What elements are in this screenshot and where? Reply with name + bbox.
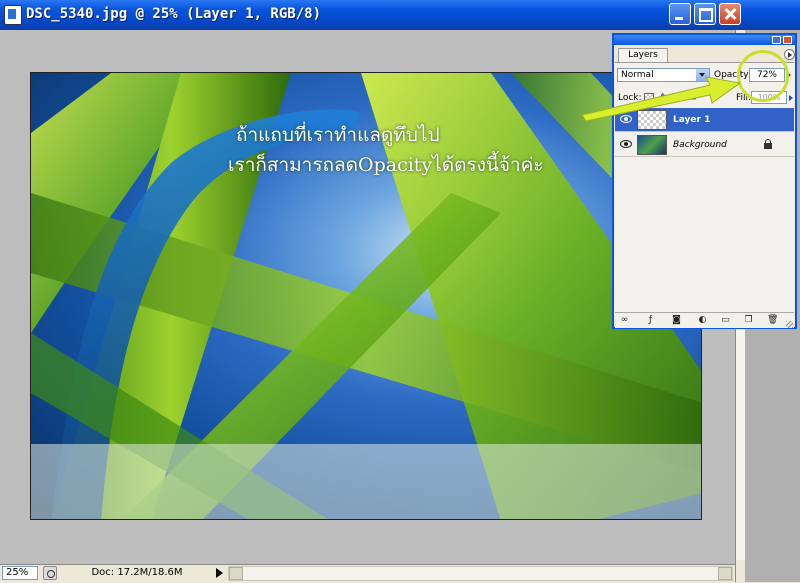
lock-icon	[764, 139, 772, 149]
zoom-level-field[interactable]: 25%	[2, 566, 38, 580]
window-resize-corner[interactable]	[736, 564, 745, 582]
adjustment-icon[interactable]: ◐	[697, 315, 708, 326]
fill-slider-arrow-icon[interactable]	[787, 93, 795, 103]
close-icon[interactable]	[719, 3, 741, 25]
maximize-icon[interactable]	[694, 3, 716, 25]
overlay-caption-line-1: ถ้าแถบที่เราทำแลดูทึบไป	[236, 124, 440, 146]
overlay-caption-line-2: เราก็สามารถลดOpacityได้ตรงนี้จ้าค่ะ	[228, 154, 544, 176]
layer-row-background[interactable]: Background	[615, 133, 794, 157]
palette-close-icon[interactable]	[783, 36, 792, 44]
document-title: DSC_5340.jpg @ 25% (Layer 1, RGB/8)	[26, 6, 322, 22]
layer-style-icon[interactable]: ƒ	[645, 315, 656, 326]
horizontal-scrollbar[interactable]	[228, 566, 733, 581]
document-title-bar[interactable]: DSC_5340.jpg @ 25% (Layer 1, RGB/8)	[0, 0, 800, 30]
layers-palette-header[interactable]	[614, 35, 795, 45]
tab-layers[interactable]: Layers	[618, 48, 668, 62]
palette-minimize-icon[interactable]	[772, 36, 781, 44]
minimize-icon[interactable]	[669, 3, 691, 25]
trash-icon[interactable]: 🗑	[767, 315, 778, 326]
new-layer-icon[interactable]: ❐	[743, 315, 754, 326]
eye-icon[interactable]	[620, 140, 632, 148]
link-icon[interactable]: ∞	[619, 315, 630, 326]
layer-name: Background	[673, 140, 727, 150]
scroll-right-button[interactable]	[718, 567, 732, 580]
palette-menu-icon[interactable]	[784, 49, 795, 60]
status-bar: 25% Doc: 17.2M/18.6M	[0, 564, 735, 583]
vertical-scrollbar[interactable]	[736, 330, 745, 560]
document-size-info: Doc: 17.2M/18.6M	[91, 567, 183, 578]
layer-thumbnail	[637, 135, 667, 155]
annotation-arrow	[581, 76, 742, 122]
navigator-icon[interactable]	[43, 566, 57, 580]
overlay-caption: ถ้าแถบที่เราทำแลดูทึบไป เราก็สามารถลดOpa…	[228, 120, 544, 180]
layers-palette-footer: ∞ ƒ ◙ ◐ ▭ ❐ 🗑	[615, 312, 794, 329]
palette-resize-grip[interactable]	[786, 321, 793, 328]
scroll-left-button[interactable]	[229, 567, 243, 580]
canvas-image[interactable]: ถ้าแถบที่เราทำแลดูทึบไป เราก็สามารถลดOpa…	[30, 72, 702, 520]
photoshop-document-icon	[4, 5, 22, 25]
group-icon[interactable]: ▭	[720, 315, 731, 326]
mask-icon[interactable]: ◙	[671, 315, 682, 326]
semi-transparent-band	[31, 444, 701, 519]
status-menu-arrow-icon[interactable]	[216, 568, 223, 578]
